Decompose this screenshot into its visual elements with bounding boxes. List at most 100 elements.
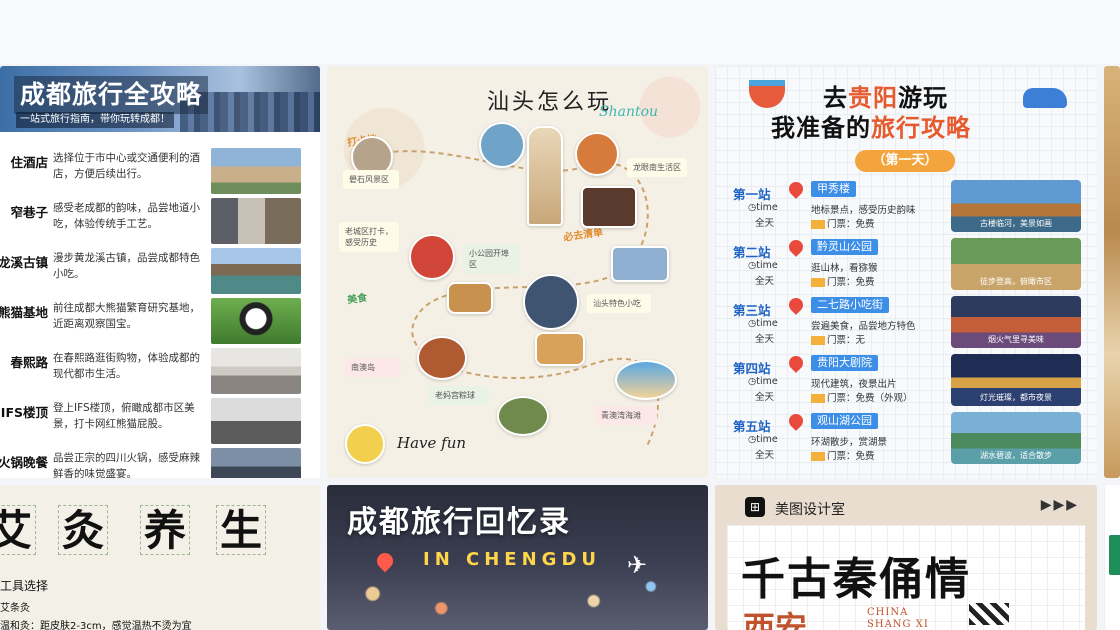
street-photo <box>211 348 301 394</box>
item-name: 住酒店 <box>10 155 48 170</box>
item-name: 熊猫基地 <box>0 305 48 320</box>
stop-duration: 全天 <box>755 276 775 287</box>
clock-icon: ◷time <box>748 260 778 271</box>
list-item: 住酒店 选择位于市中心或交通便利的酒店，方便后续出行。 <box>0 146 320 196</box>
note: 南澳岛 <box>345 358 401 377</box>
stop-place: 观山湖公园 <box>811 413 878 429</box>
template-card-qin[interactable]: ⊞ 美图设计室 ▶▶▶ 千古秦俑情 西安 CHINA SHANG XI <box>715 485 1097 630</box>
template-card-chengdu-guide[interactable]: 成都旅行全攻略 一站式旅行指南，带你玩转成都！ 住酒店 选择位于市中心或交通便利… <box>0 66 320 478</box>
stop-activity: 地标景点，感受历史韵味 <box>811 205 916 216</box>
dish-photo <box>409 234 455 280</box>
template-card-partial[interactable] <box>1104 66 1120 478</box>
seaside-photo <box>615 360 677 400</box>
top-bar <box>0 0 1120 64</box>
stop-duration: 全天 <box>755 450 775 461</box>
lighthouse-photo <box>527 126 563 226</box>
stop-activity: 环湖散步，赏湖景 <box>811 437 888 448</box>
stop-place: 甲秀楼 <box>811 181 856 197</box>
airplane-icon: ✈ <box>627 551 648 579</box>
note: 礐石风景区 <box>343 170 399 189</box>
item-name: IFS楼顶 <box>0 405 48 420</box>
stop-item: 第二站 黔灵山公园 ◷time 全天 逛山林，看猕猴 门票：免费 徒步登高，俯瞰… <box>715 236 1097 294</box>
item-name: 黄龙溪古镇 <box>0 255 48 270</box>
template-card-chengdu-memory[interactable]: 成都旅行回忆录 IN CHENGDU ✈ <box>327 485 708 630</box>
location-pin-icon <box>786 179 806 199</box>
stop-duration: 全天 <box>755 392 775 403</box>
stop-activity: 尝遍美食，品尝地方特色 <box>811 321 916 332</box>
item-desc: 登上IFS楼顶，俯瞰成都市区美景，打卡网红熊猫屁股。 <box>53 402 195 430</box>
clock-icon: ◷time <box>748 376 778 387</box>
title-char: 灸 <box>58 505 108 555</box>
stop-label: 第五站 <box>733 419 771 434</box>
body-text: 温和灸：距皮肤2-3cm，感觉温热不烫为宜 <box>0 621 192 630</box>
template-card-guiyang[interactable]: 去贵阳游玩 我准备的旅行攻略 （第一天） 第一站 甲秀楼 ◷time 全天 地标… <box>715 66 1097 478</box>
body-text: 艾条灸 <box>0 603 30 614</box>
item-name: 火锅晚餐 <box>0 455 48 470</box>
alley-photo <box>211 198 301 244</box>
location-pin-icon <box>786 353 806 373</box>
item-desc: 漫步黄龙溪古镇，品尝成都特色小吃。 <box>53 252 200 280</box>
stop-label: 第四站 <box>733 361 771 376</box>
note: 龙眼南生活区 <box>627 158 687 177</box>
food-photo <box>575 132 619 176</box>
note: 老妈宫粽球 <box>429 386 489 405</box>
stop-label: 第三站 <box>733 303 771 318</box>
list-item: 窄巷子 感受老成都的韵味，品尝地道小吃，体验传统手工艺。 <box>0 196 320 246</box>
note: 青澳湾海滩 <box>595 406 657 425</box>
template-card-shantou[interactable]: 汕头怎么玩 Shantou 打卡地 必去清单 美食 老城区打卡，感受历史 小公园… <box>327 66 708 478</box>
stop-place: 贵阳大剧院 <box>811 355 878 371</box>
card-title-line2: 我准备的旅行攻略 <box>771 114 971 142</box>
item-desc: 前往成都大熊猫繁育研究基地，近距离观察国宝。 <box>53 302 200 330</box>
list-item: IFS楼顶 登上IFS楼顶，俯瞰成都市区美景，打卡网红熊猫屁股。 <box>0 396 320 446</box>
stop-photo: 古楼临河，美景如画 <box>951 180 1081 232</box>
brand-name: 美图设计室 <box>775 502 845 518</box>
card-subtitle: 一站式旅行指南，带你玩转成都！ <box>16 112 174 128</box>
stop-label: 第二站 <box>733 245 771 260</box>
brand-logo-icon: ⊞ <box>745 497 765 517</box>
template-card-moxibustion[interactable]: 艾 灸 养 生 工具选择 艾条灸 温和灸：距皮肤2-3cm，感觉温热不烫为宜 <box>0 485 320 630</box>
church-photo <box>479 122 525 168</box>
title-char: 养 <box>140 505 190 555</box>
stop-label: 第一站 <box>733 187 771 202</box>
card-title: 汕头怎么玩 <box>487 90 613 115</box>
stop-photo: 湖水碧波，适合散步 <box>951 412 1081 464</box>
card-subtitle: IN CHENGDU <box>423 549 601 570</box>
item-name: 窄巷子 <box>10 205 48 220</box>
list-item: 春熙路 在春熙路逛街购物，体验成都的现代都市生活。 <box>0 346 320 396</box>
item-desc: 感受老成都的韵味，品尝地道小吃，体验传统手工艺。 <box>53 202 200 230</box>
smile-icon <box>345 424 385 464</box>
location-pin-icon <box>786 295 806 315</box>
stop-activity: 逛山林，看猕猴 <box>811 263 878 274</box>
beach-photo <box>611 246 669 282</box>
stop-item: 第四站 贵阳大剧院 ◷time 全天 现代建筑，夜景出片 门票：免费（外观） 灯… <box>715 352 1097 410</box>
stop-photo: 灯光璀璨，都市夜景 <box>951 354 1081 406</box>
stop-duration: 全天 <box>755 218 775 229</box>
city-name: 西安 <box>743 609 808 630</box>
dessert-photo <box>535 332 585 366</box>
tag-label: 美食 <box>346 292 368 307</box>
location-pin-icon <box>786 411 806 431</box>
card-title: 成都旅行全攻略 <box>14 76 209 114</box>
stop-place: 二七路小吃街 <box>811 297 889 313</box>
market-photo <box>523 274 579 330</box>
train-icon <box>1023 88 1067 108</box>
stop-place: 黔灵山公园 <box>811 239 878 255</box>
list-item: 火锅晚餐 品尝正宗的四川火锅，感受麻辣鲜香的味觉盛宴。 <box>0 446 320 478</box>
day-badge: （第一天） <box>855 150 955 172</box>
location-pin-icon <box>786 237 806 257</box>
clock-icon: ◷time <box>748 318 778 329</box>
template-card-partial[interactable] <box>1104 485 1120 630</box>
hotel-photo <box>211 148 301 194</box>
stop-duration: 全天 <box>755 334 775 345</box>
panda-photo <box>211 298 301 344</box>
have-fun-text: Have fun <box>397 434 467 452</box>
item-desc: 选择位于市中心或交通便利的酒店，方便后续出行。 <box>53 152 200 180</box>
stop-ticket: 门票：免费 <box>811 274 875 288</box>
clock-icon: ◷time <box>748 202 778 213</box>
stop-ticket: 门票：免费 <box>811 448 875 462</box>
street-food-photo <box>497 396 549 436</box>
title-char: 生 <box>216 505 266 555</box>
arrows-icon: ▶▶▶ <box>1040 497 1079 513</box>
stop-photo: 徒步登高，俯瞰市区 <box>951 238 1081 290</box>
stop-item: 第三站 二七路小吃街 ◷time 全天 尝遍美食，品尝地方特色 门票：无 烟火气… <box>715 294 1097 352</box>
